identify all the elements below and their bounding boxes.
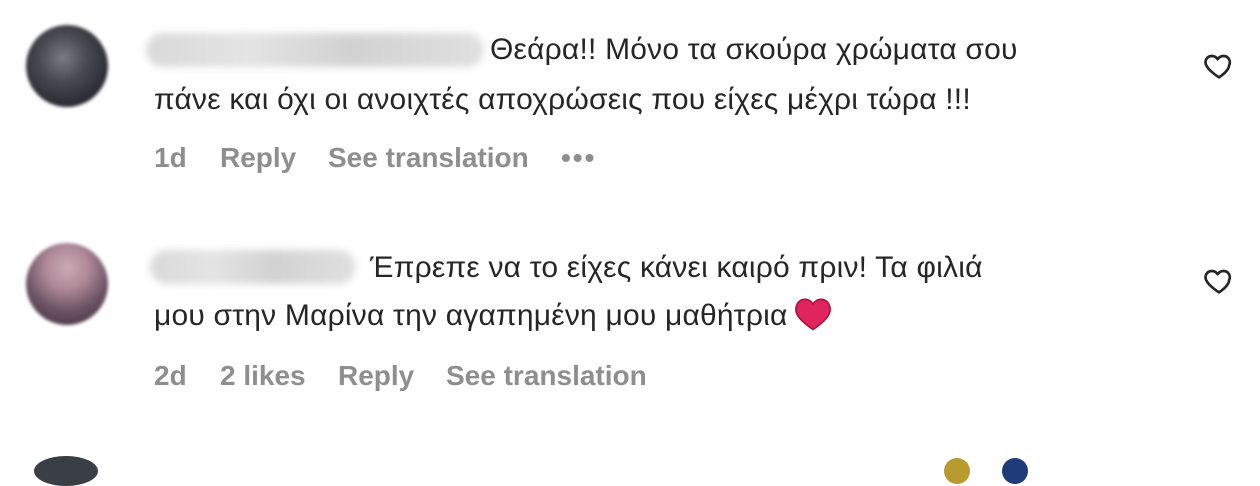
reply-button[interactable]: Reply [338,360,414,392]
reply-button[interactable]: Reply [220,142,296,174]
username-blurred[interactable] [146,33,484,67]
heart-icon[interactable] [1203,50,1235,82]
username-blurred[interactable] [150,250,356,284]
next-comment-emoji-1 [944,458,970,484]
comment-text-line1: Έπρεπε να το είχες κάνει καιρό πριν! Τα … [370,251,983,284]
next-comment-avatar[interactable] [34,456,98,486]
avatar[interactable] [26,25,108,107]
see-translation-button[interactable]: See translation [446,360,647,392]
comment-text-line2: μου στην Μαρίνα την αγαπημένη μου μαθήτρ… [154,292,832,340]
likes-count[interactable]: 2 likes [220,360,306,392]
see-translation-button[interactable]: See translation [328,142,529,174]
comment-text-line2: πάνε και όχι οι ανοιχτές αποχρώσεις που … [154,83,971,116]
avatar[interactable] [26,243,108,325]
next-comment-emoji-2 [1002,458,1028,484]
timestamp[interactable]: 2d [154,360,187,392]
timestamp[interactable]: 1d [154,142,187,174]
red-heart-emoji-icon [794,298,831,331]
comment-text-line1: Θεάρα!! Μόνο τα σκούρα χρώματα σου [490,33,1018,66]
more-options-icon[interactable]: ••• [561,142,596,174]
comment-text-line2-content: μου στην Μαρίνα την αγαπημένη μου μαθήτρ… [154,299,788,332]
heart-icon[interactable] [1203,265,1235,297]
comment-meta: 2d 2 likes Reply See translation [0,360,700,400]
